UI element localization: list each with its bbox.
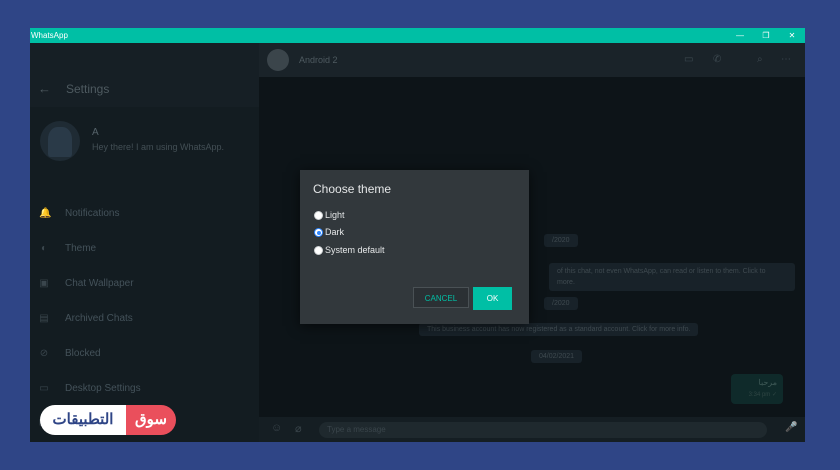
encryption-line-2: more. — [557, 279, 575, 286]
settings-item-label: Chat Wallpaper — [65, 278, 134, 289]
composer-bar: ☺ ⌀ Type a message 🎤 — [259, 417, 805, 442]
archive-icon: ▤ — [39, 313, 49, 324]
settings-item-notifications[interactable]: 🔔 Notifications — [30, 201, 259, 231]
settings-item-label: Desktop Settings — [65, 383, 141, 394]
theme-option-light[interactable]: Light — [314, 209, 494, 223]
settings-item-theme[interactable]: ◐ Theme — [30, 236, 259, 266]
settings-panel: ← Settings A Hey there! I am using Whats… — [30, 43, 259, 442]
ok-button[interactable]: OK — [473, 287, 512, 310]
theme-option-dark[interactable]: Dark — [314, 226, 494, 240]
message-time: 3:34 pm ✓ — [748, 392, 777, 398]
outgoing-message[interactable]: مرحبا 3:34 pm ✓ — [731, 374, 783, 404]
desktop-icon: ▭ — [39, 383, 49, 394]
voice-call-icon[interactable]: ✆ — [713, 54, 721, 65]
message-input[interactable]: Type a message — [319, 422, 767, 438]
settings-item-label: Theme — [65, 243, 97, 254]
settings-header: ← Settings — [30, 43, 259, 107]
attach-icon[interactable]: ⌀ — [295, 422, 302, 435]
settings-item-desktop-settings[interactable]: ▭ Desktop Settings — [30, 376, 259, 406]
radio-system-default[interactable] — [314, 246, 323, 255]
title-bar: WhatsApp — ❐ ✕ — [30, 28, 805, 43]
date-pill: /2020 — [544, 234, 578, 247]
message-text: مرحبا — [758, 378, 778, 387]
settings-item-label: Blocked — [65, 348, 101, 359]
settings-item-label: Notifications — [65, 208, 120, 219]
bell-icon: 🔔 — [39, 208, 52, 219]
contact-avatar[interactable] — [267, 49, 289, 71]
option-label: System default — [325, 245, 385, 255]
contact-name: Android 2 — [299, 55, 338, 65]
theme-option-system-default[interactable]: System default — [314, 244, 494, 258]
minimize-button[interactable]: — — [727, 28, 753, 43]
option-label: Dark — [325, 227, 345, 237]
option-label: Light — [325, 210, 345, 220]
menu-icon[interactable]: ⋯ — [781, 54, 791, 65]
search-icon[interactable]: ⌕ — [757, 54, 763, 65]
watermark-logo: التطبيقات سوق — [40, 405, 176, 435]
window-title: WhatsApp — [31, 31, 68, 40]
watermark-text-2: سوق — [126, 405, 176, 435]
date-pill: 04/02/2021 — [531, 350, 583, 363]
radio-light[interactable] — [314, 211, 323, 220]
wallpaper-icon: ▣ — [39, 278, 49, 289]
profile-name: A — [92, 127, 99, 138]
encryption-line-1: of this chat, not even WhatsApp, can rea… — [557, 268, 766, 275]
settings-item-label: Archived Chats — [65, 313, 133, 324]
chat-header: Android 2 ▭ ✆ ⌕ ⋯ — [259, 43, 805, 77]
settings-title: Settings — [66, 82, 110, 96]
business-notice[interactable]: This business account has now registered… — [419, 323, 699, 336]
close-button[interactable]: ✕ — [779, 28, 805, 43]
choose-theme-dialog: Choose theme Light Dark System default C… — [300, 170, 529, 324]
mic-icon[interactable]: 🎤 — [785, 422, 797, 433]
back-arrow-icon[interactable]: ← — [38, 81, 51, 96]
cancel-button[interactable]: CANCEL — [413, 287, 469, 308]
date-pill: /2020 — [544, 297, 578, 310]
settings-item-blocked[interactable]: ⊘ Blocked — [30, 341, 259, 371]
profile-avatar[interactable] — [40, 121, 80, 161]
dialog-title: Choose theme — [313, 182, 392, 196]
video-call-icon[interactable]: ▭ — [684, 54, 693, 65]
theme-icon: ◐ — [40, 243, 48, 254]
encryption-notice: of this chat, not even WhatsApp, can rea… — [549, 263, 795, 291]
settings-item-archived-chats[interactable]: ▤ Archived Chats — [30, 306, 259, 336]
profile-about: Hey there! I am using WhatsApp. — [92, 142, 225, 152]
restore-button[interactable]: ❐ — [753, 28, 779, 43]
blocked-icon: ⊘ — [39, 348, 49, 359]
settings-item-chat-wallpaper[interactable]: ▣ Chat Wallpaper — [30, 271, 259, 301]
radio-dark[interactable] — [314, 228, 323, 237]
watermark-text-1: التطبيقات — [40, 405, 126, 435]
emoji-icon[interactable]: ☺ — [271, 422, 282, 434]
